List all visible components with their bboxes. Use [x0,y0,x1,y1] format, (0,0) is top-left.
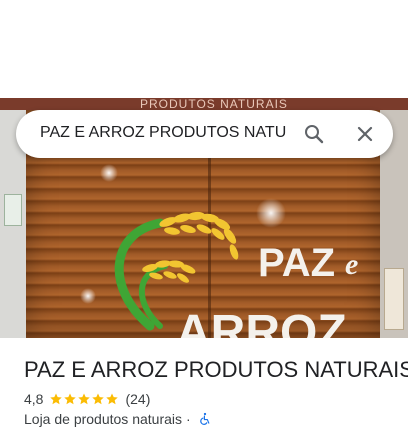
review-count[interactable]: (24) [125,391,150,407]
star-rating [49,392,119,406]
wheelchair-accessible-icon [199,412,210,425]
place-info-panel: PAZ E ARROZ PRODUTOS NATURAIS 4,8 (24) L… [0,338,408,436]
search-icon[interactable] [302,122,326,146]
star-icon [64,393,77,405]
logo-arroz-text: ARROZ [176,306,347,338]
place-category: Loja de produtos naturais [24,411,182,427]
star-icon [78,393,91,405]
close-icon[interactable] [353,122,377,146]
map-blank-area [0,0,408,98]
search-input[interactable]: PAZ E ARROZ PRODUTOS NATURAIS [40,124,286,142]
logo-paz-text: PAZ [258,241,335,285]
place-title: PAZ E ARROZ PRODUTOS NATURAIS [24,357,408,382]
separator-dot: · [186,411,191,427]
logo-e-text: e [345,248,358,281]
star-icon [92,393,105,405]
rating-row[interactable]: 4,8 (24) [24,390,150,408]
star-icon [106,393,119,405]
wheat-ear-upper [159,211,239,260]
search-bar[interactable]: PAZ E ARROZ PRODUTOS NATURAIS [16,110,393,158]
star-icon [50,393,63,405]
category-row: Loja de produtos naturais · [24,411,212,427]
rating-value: 4,8 [24,391,44,407]
